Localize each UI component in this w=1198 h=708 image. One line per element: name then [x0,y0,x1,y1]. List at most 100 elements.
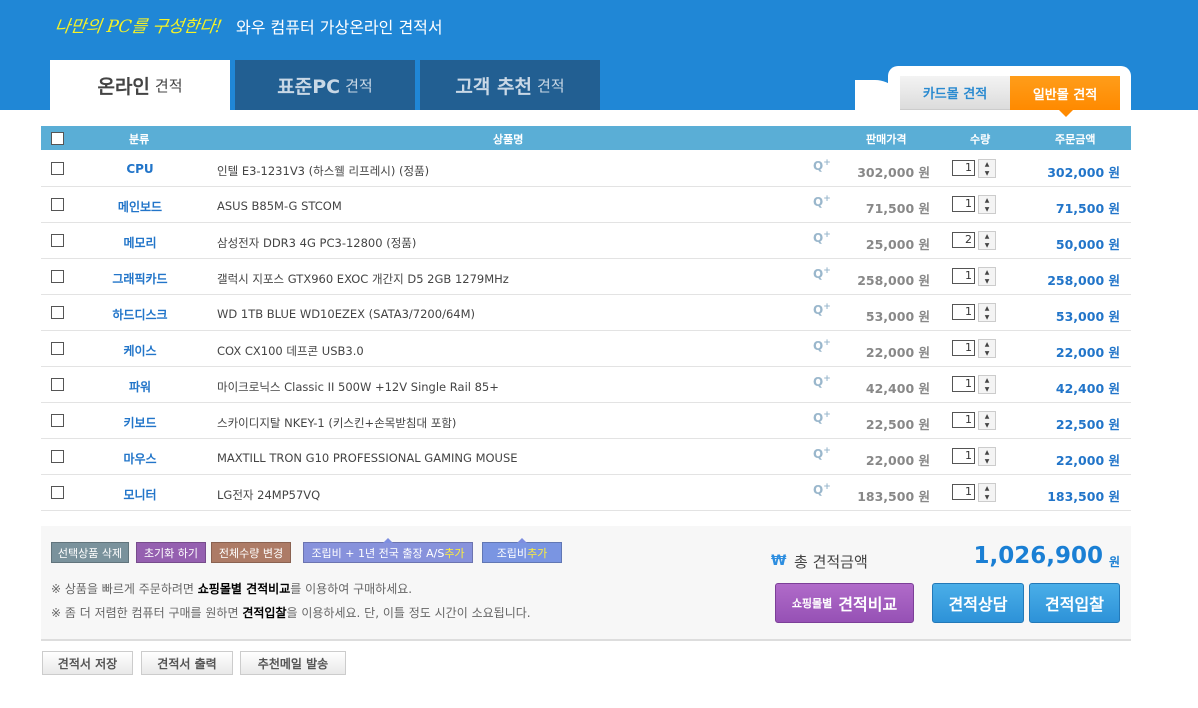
consult-button[interactable]: 견적상담 [932,583,1024,623]
chevron-down-icon[interactable]: ▼ [979,205,995,214]
delete-selected-button[interactable]: 선택상품 삭제 [51,542,129,563]
send-mail-button[interactable]: 추천메일 발송 [240,651,346,675]
row-category[interactable]: 키보드 [96,414,184,431]
chevron-down-icon[interactable]: ▼ [979,241,995,250]
row-product-name[interactable]: 삼성전자 DDR3 4G PC3-12800 (정품) [217,235,416,251]
chevron-up-icon[interactable]: ▲ [979,484,995,493]
add-assembly-as-button[interactable]: 조립비 + 1년 전국 출장 A/S 추가 [303,538,473,563]
qty-stepper[interactable]: ▲ ▼ [978,375,996,394]
row-product-name[interactable]: 인텔 E3-1231V3 (하스웰 리프레시) (정품) [217,163,429,179]
row-category[interactable]: 케이스 [96,342,184,359]
row-product-name[interactable]: 갤럭시 지포스 GTX960 EXOC 개간지 D5 2GB 1279MHz [217,271,509,287]
qty-stepper[interactable]: ▲ ▼ [978,447,996,466]
table-row: 메모리 삼성전자 DDR3 4G PC3-12800 (정품) Q+ 25,00… [41,223,1131,259]
zoom-plus-icon[interactable]: Q+ [813,194,831,209]
row-category[interactable]: 마우스 [96,450,184,467]
chevron-down-icon[interactable]: ▼ [979,493,995,502]
chevron-down-icon[interactable]: ▼ [979,169,995,178]
zoom-plus-icon[interactable]: Q+ [813,302,831,317]
chevron-up-icon[interactable]: ▲ [979,160,995,169]
select-all-checkbox[interactable] [51,132,64,145]
qty-input[interactable]: 1 [952,448,975,464]
zoom-plus-icon[interactable]: Q+ [813,446,831,461]
qty-stepper[interactable]: ▲ ▼ [978,159,996,178]
print-quote-button[interactable]: 견적서 출력 [141,651,233,675]
qty-stepper[interactable]: ▲ ▼ [978,483,996,502]
row-product-name[interactable]: LG전자 24MP57VQ [217,487,320,503]
tab-standard-pc[interactable]: 표준PC 견적 [235,60,415,110]
tab-general-mall[interactable]: 일반몰 견적 [1010,76,1120,110]
compare-button[interactable]: 쇼핑몰별 견적비교 [775,583,914,623]
qty-input[interactable]: 1 [952,196,975,212]
row-checkbox[interactable] [51,162,64,175]
row-category[interactable]: CPU [96,162,184,176]
qty-stepper[interactable]: ▲ ▼ [978,411,996,430]
row-checkbox[interactable] [51,378,64,391]
qty-input[interactable]: 1 [952,304,975,320]
reset-button[interactable]: 초기화 하기 [136,542,206,563]
save-quote-button[interactable]: 견적서 저장 [42,651,133,675]
qty-input[interactable]: 1 [952,376,975,392]
qty-input[interactable]: 2 [952,232,975,248]
row-category[interactable]: 하드디스크 [96,306,184,323]
change-all-qty-button[interactable]: 전체수량 변경 [211,542,291,563]
chevron-down-icon[interactable]: ▼ [979,421,995,430]
row-product-name[interactable]: COX CX100 데프콘 USB3.0 [217,343,364,359]
qty-input[interactable]: 1 [952,268,975,284]
qty-stepper[interactable]: ▲ ▼ [978,231,996,250]
qty-stepper[interactable]: ▲ ▼ [978,195,996,214]
tab-card-mall[interactable]: 카드몰 견적 [900,76,1010,110]
qty-stepper[interactable]: ▲ ▼ [978,267,996,286]
row-category[interactable]: 메모리 [96,234,184,251]
row-checkbox[interactable] [51,342,64,355]
chevron-down-icon[interactable]: ▼ [979,277,995,286]
qty-input[interactable]: 1 [952,484,975,500]
zoom-plus-icon[interactable]: Q+ [813,374,831,389]
row-product-name[interactable]: 마이크로닉스 Classic II 500W +12V Single Rail … [217,379,499,395]
chevron-up-icon[interactable]: ▲ [979,196,995,205]
row-checkbox[interactable] [51,414,64,427]
chevron-up-icon[interactable]: ▲ [979,412,995,421]
zoom-plus-icon[interactable]: Q+ [813,338,831,353]
zoom-plus-icon[interactable]: Q+ [813,482,831,497]
chevron-down-icon[interactable]: ▼ [979,349,995,358]
note-bold: 견적입찰 [242,606,287,620]
row-checkbox[interactable] [51,306,64,319]
row-checkbox[interactable] [51,486,64,499]
row-category[interactable]: 파워 [96,378,184,395]
zoom-plus-icon[interactable]: Q+ [813,410,831,425]
qty-stepper[interactable]: ▲ ▼ [978,339,996,358]
row-product-name[interactable]: MAXTILL TRON G10 PROFESSIONAL GAMING MOU… [217,451,518,465]
zoom-plus-icon[interactable]: Q+ [813,158,831,173]
bid-button[interactable]: 견적입찰 [1029,583,1120,623]
row-product-name[interactable]: ASUS B85M-G STCOM [217,199,342,213]
row-category[interactable]: 메인보드 [96,198,184,215]
qty-stepper[interactable]: ▲ ▼ [978,303,996,322]
row-checkbox[interactable] [51,234,64,247]
table-row: 마우스 MAXTILL TRON G10 PROFESSIONAL GAMING… [41,439,1131,475]
qty-input[interactable]: 1 [952,160,975,176]
add-assembly-button[interactable]: 조립비 추가 [482,538,562,563]
row-product-name[interactable]: WD 1TB BLUE WD10EZEX (SATA3/7200/64M) [217,307,475,321]
chevron-up-icon[interactable]: ▲ [979,232,995,241]
chevron-down-icon[interactable]: ▼ [979,313,995,322]
qty-input[interactable]: 1 [952,412,975,428]
tab-online[interactable]: 온라인 견적 [50,60,230,110]
chevron-down-icon[interactable]: ▼ [979,385,995,394]
chevron-up-icon[interactable]: ▲ [979,268,995,277]
zoom-plus-icon[interactable]: Q+ [813,230,831,245]
chevron-up-icon[interactable]: ▲ [979,304,995,313]
row-checkbox[interactable] [51,270,64,283]
chevron-up-icon[interactable]: ▲ [979,340,995,349]
row-category[interactable]: 그래픽카드 [96,270,184,287]
row-checkbox[interactable] [51,450,64,463]
row-category[interactable]: 모니터 [96,486,184,503]
tab-customer-recommend[interactable]: 고객 추천 견적 [420,60,600,110]
chevron-down-icon[interactable]: ▼ [979,457,995,466]
zoom-plus-icon[interactable]: Q+ [813,266,831,281]
row-product-name[interactable]: 스카이디지탈 NKEY-1 (키스킨+손목받침대 포함) [217,415,456,431]
chevron-up-icon[interactable]: ▲ [979,376,995,385]
row-checkbox[interactable] [51,198,64,211]
chevron-up-icon[interactable]: ▲ [979,448,995,457]
qty-input[interactable]: 1 [952,340,975,356]
